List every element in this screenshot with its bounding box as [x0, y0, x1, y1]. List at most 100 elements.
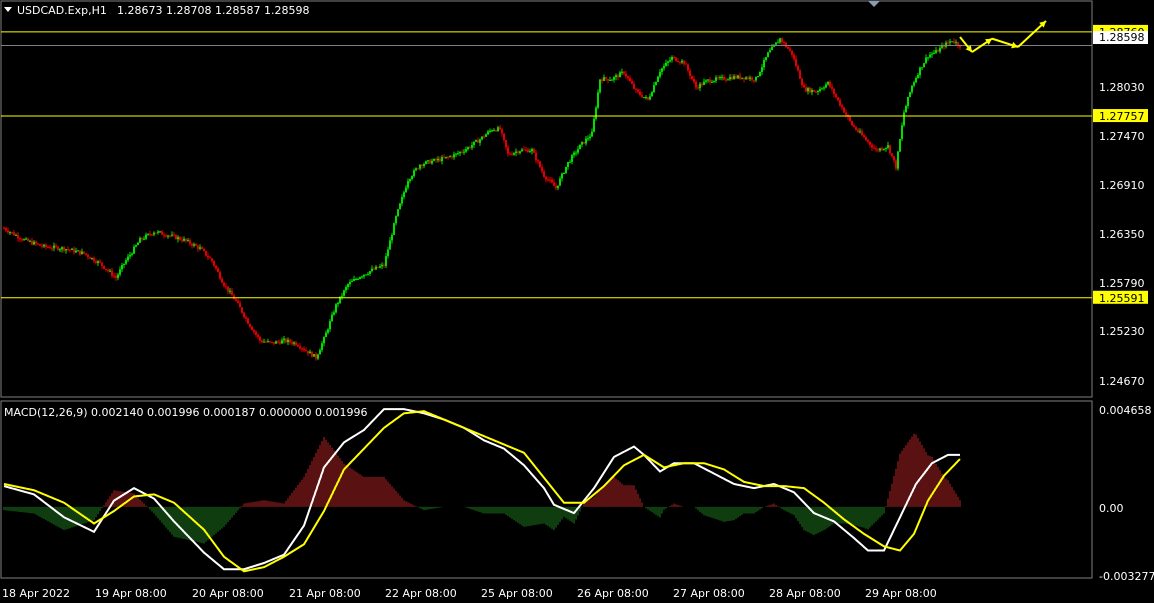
- candle-body: [71, 248, 73, 251]
- candle-body: [221, 278, 223, 283]
- candle-body: [561, 173, 563, 179]
- candle-body: [945, 42, 947, 47]
- candle-body: [277, 341, 279, 343]
- candle-body: [791, 50, 793, 55]
- candle-body: [589, 136, 591, 139]
- candle-body: [579, 144, 581, 150]
- candle-body: [253, 329, 255, 332]
- candle-body: [545, 176, 547, 180]
- candle-body: [325, 332, 327, 338]
- candle-body: [139, 238, 141, 243]
- candle-body: [435, 158, 437, 161]
- candle-body: [39, 244, 41, 246]
- candle-body: [641, 94, 643, 98]
- candle-body: [225, 286, 227, 288]
- candle-body: [361, 276, 363, 278]
- candle-body: [881, 148, 883, 150]
- candle-body: [915, 78, 917, 83]
- candle-body: [801, 78, 803, 86]
- candle-body: [149, 233, 151, 235]
- candle-body: [825, 84, 827, 88]
- candle-body: [347, 284, 349, 288]
- candle-body: [389, 240, 391, 250]
- candle-body: [163, 234, 165, 236]
- candle-body: [863, 135, 865, 138]
- candle-body: [183, 238, 185, 241]
- candle-body: [523, 149, 525, 151]
- candle-body: [695, 81, 697, 88]
- candle-body: [157, 231, 159, 233]
- candle-body: [27, 238, 29, 242]
- candle-body: [617, 75, 619, 78]
- candle-body: [263, 341, 265, 343]
- candle-body: [657, 76, 659, 82]
- candle-body: [77, 250, 79, 252]
- candle-body: [255, 331, 257, 335]
- candle-body: [229, 290, 231, 292]
- price-tick: 1.27470: [1099, 130, 1145, 143]
- candle-body: [837, 97, 839, 101]
- candle-body: [123, 263, 125, 265]
- candle-body: [269, 341, 271, 343]
- candle-body: [675, 57, 677, 62]
- candle-body: [111, 270, 113, 276]
- candle-body: [549, 179, 551, 181]
- candle-body: [319, 349, 321, 355]
- candle-body: [25, 238, 27, 240]
- candle-body: [69, 249, 71, 251]
- candle-body: [671, 57, 673, 61]
- candle-body: [733, 76, 735, 80]
- candle-body: [835, 94, 837, 98]
- candle-body: [7, 230, 9, 233]
- candle-body: [367, 273, 369, 275]
- candle-body: [257, 334, 259, 337]
- candle-body: [951, 41, 953, 43]
- candle-body: [127, 256, 129, 261]
- candle-body: [609, 79, 611, 81]
- candle-body: [497, 127, 499, 132]
- candle-body: [239, 302, 241, 308]
- candle-body: [861, 131, 863, 136]
- candle-body: [429, 160, 431, 164]
- candle-body: [571, 155, 573, 162]
- candle-body: [757, 76, 759, 78]
- candle-body: [535, 152, 537, 161]
- candle-body: [709, 79, 711, 83]
- candle-body: [517, 151, 519, 153]
- candle-body: [677, 61, 679, 63]
- candle-body: [87, 254, 89, 258]
- candle-body: [929, 54, 931, 58]
- candle-body: [789, 48, 791, 51]
- candle-body: [193, 244, 195, 246]
- candle-body: [147, 233, 149, 235]
- candle-body: [133, 246, 135, 254]
- candle-body: [767, 52, 769, 58]
- candle-body: [575, 152, 577, 154]
- candle-body: [897, 151, 899, 169]
- candle-body: [587, 138, 589, 140]
- candle-body: [381, 264, 383, 267]
- candle-body: [205, 250, 207, 256]
- candle-body: [779, 38, 781, 43]
- candle-body: [817, 91, 819, 93]
- candle-body: [11, 232, 13, 234]
- candle-body: [259, 336, 261, 341]
- candle-body: [343, 290, 345, 296]
- candle-body: [95, 261, 97, 264]
- candle-body: [755, 76, 757, 81]
- trading-chart[interactable]: 1.287601.277571.25591 USDCAD.Exp,H1 1.28…: [0, 0, 1154, 603]
- candle-body: [721, 76, 723, 78]
- candle-body: [243, 312, 245, 318]
- candle-body: [203, 248, 205, 251]
- candle-body: [177, 237, 179, 240]
- candle-body: [219, 272, 221, 279]
- candle-body: [469, 147, 471, 149]
- candle-body: [241, 307, 243, 313]
- candle-body: [955, 42, 957, 44]
- candle-body: [421, 164, 423, 166]
- candle-body: [401, 197, 403, 204]
- candle-body: [539, 161, 541, 168]
- candle-body: [679, 61, 681, 63]
- candle-body: [213, 261, 215, 266]
- candle-body: [527, 149, 529, 153]
